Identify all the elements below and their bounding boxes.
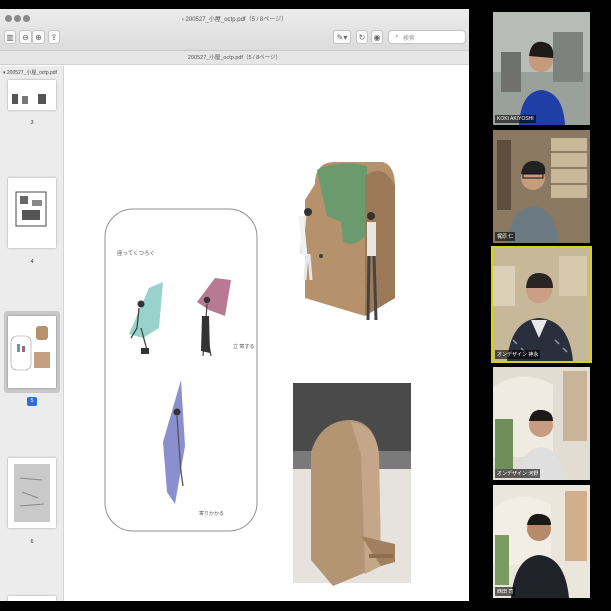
participant-tile-3[interactable]: オンデザイン 神永	[491, 246, 592, 363]
model-photo	[293, 383, 411, 586]
thumbnail-page-3[interactable]	[8, 80, 56, 110]
sketch-frame	[104, 208, 258, 532]
diagram-heading: 座ってくつろぐ	[117, 249, 155, 257]
rotate-icon: ↻	[358, 32, 366, 42]
zoom-out-button[interactable]: ⊖	[19, 30, 32, 44]
search-icon: ⌕	[395, 33, 399, 40]
thumbnail-3-preview	[12, 94, 46, 104]
participant-name-5: 西田 司	[495, 587, 516, 596]
label-lean: 寄りかかる	[199, 510, 224, 517]
label-stand: 立 寄する	[233, 343, 254, 350]
participant-tile-1[interactable]: KOKI AKIYOSHI	[493, 12, 590, 125]
thumbnail-page-7[interactable]	[8, 596, 56, 601]
sidebar-icon: ▥	[6, 32, 14, 42]
leaning-figure-sketch	[163, 380, 185, 504]
zoom-in-icon: ⊕	[35, 32, 42, 42]
title-bar: ‹ 200527_小屋_octp.pdf（5 / 8ページ） ▥ ⊖ ⊕ ⇪ ✎…	[0, 9, 469, 51]
page-number-4: 4	[30, 259, 34, 265]
pen-icon: ✎▾	[336, 32, 348, 42]
search-placeholder: 検索	[402, 35, 415, 42]
pdf-page: 座ってくつろぐ 立 寄する 寄りかかる	[65, 66, 469, 601]
page-drawing: 座ってくつろぐ 立 寄する 寄りかかる	[104, 162, 411, 586]
furniture-render-top	[298, 162, 395, 321]
participant-video-4	[493, 367, 590, 480]
sitting-figure-sketch	[129, 282, 163, 354]
participant-tile-5[interactable]: 西田 司	[493, 485, 590, 598]
zoom-out-icon: ⊖	[22, 32, 29, 42]
share-icon: ⇪	[50, 32, 58, 42]
search-input[interactable]: ⌕ 検索	[388, 30, 466, 44]
rotate-button[interactable]: ↻	[356, 30, 368, 44]
thumbnail-sidebar[interactable]: ▾ 200527_小屋_octp.pdf 3 4 5 6	[0, 66, 64, 601]
participant-video-3	[493, 248, 590, 361]
thumbnail-page-6[interactable]	[8, 458, 56, 528]
participant-video-1	[493, 12, 590, 125]
participant-name-1: KOKI AKIYOSHI	[495, 115, 536, 123]
page-number-5: 5	[27, 397, 37, 406]
thumbnail-page-5[interactable]	[8, 316, 56, 388]
participant-name-3: オンデザイン 神永	[495, 350, 541, 359]
document-title-bar: 200527_小屋_octp.pdf（5 / 8ページ）	[0, 51, 469, 65]
sidebar-toggle-button[interactable]: ▥	[4, 30, 16, 44]
thumbnail-page-4[interactable]	[8, 178, 56, 248]
thumbnail-4-preview	[15, 191, 47, 227]
window-title: ‹ 200527_小屋_octp.pdf（5 / 8ページ）	[181, 17, 288, 23]
zoom-in-button[interactable]: ⊕	[32, 30, 45, 44]
participant-tile-4[interactable]: オンデザイン 河野	[493, 367, 590, 480]
participant-name-2: 梶原 仁	[495, 232, 516, 241]
participant-tile-2[interactable]: 梶原 仁	[493, 130, 590, 243]
standing-figure-sketch	[197, 278, 231, 357]
participant-video-2	[493, 130, 590, 243]
markup-button[interactable]: ✎▾	[333, 30, 351, 44]
participant-video-5	[493, 485, 590, 598]
thumbnail-5-preview	[10, 326, 50, 371]
thumbnail-6-preview	[14, 464, 50, 522]
participant-name-4: オンデザイン 河野	[495, 469, 541, 478]
page-number-3: 3	[30, 120, 34, 126]
page-number-6: 6	[30, 539, 34, 545]
share-button[interactable]: ⇪	[48, 30, 60, 44]
pdf-viewer-window: ‹ 200527_小屋_octp.pdf（5 / 8ページ） ▥ ⊖ ⊕ ⇪ ✎…	[0, 9, 469, 601]
screen: ‹ 200527_小屋_octp.pdf（5 / 8ページ） ▥ ⊖ ⊕ ⇪ ✎…	[0, 0, 611, 611]
annotate-button[interactable]: ◉	[371, 30, 383, 44]
annotate-icon: ◉	[373, 32, 381, 42]
sidebar-file-name[interactable]: ▾ 200527_小屋_octp.pdf	[3, 69, 57, 76]
